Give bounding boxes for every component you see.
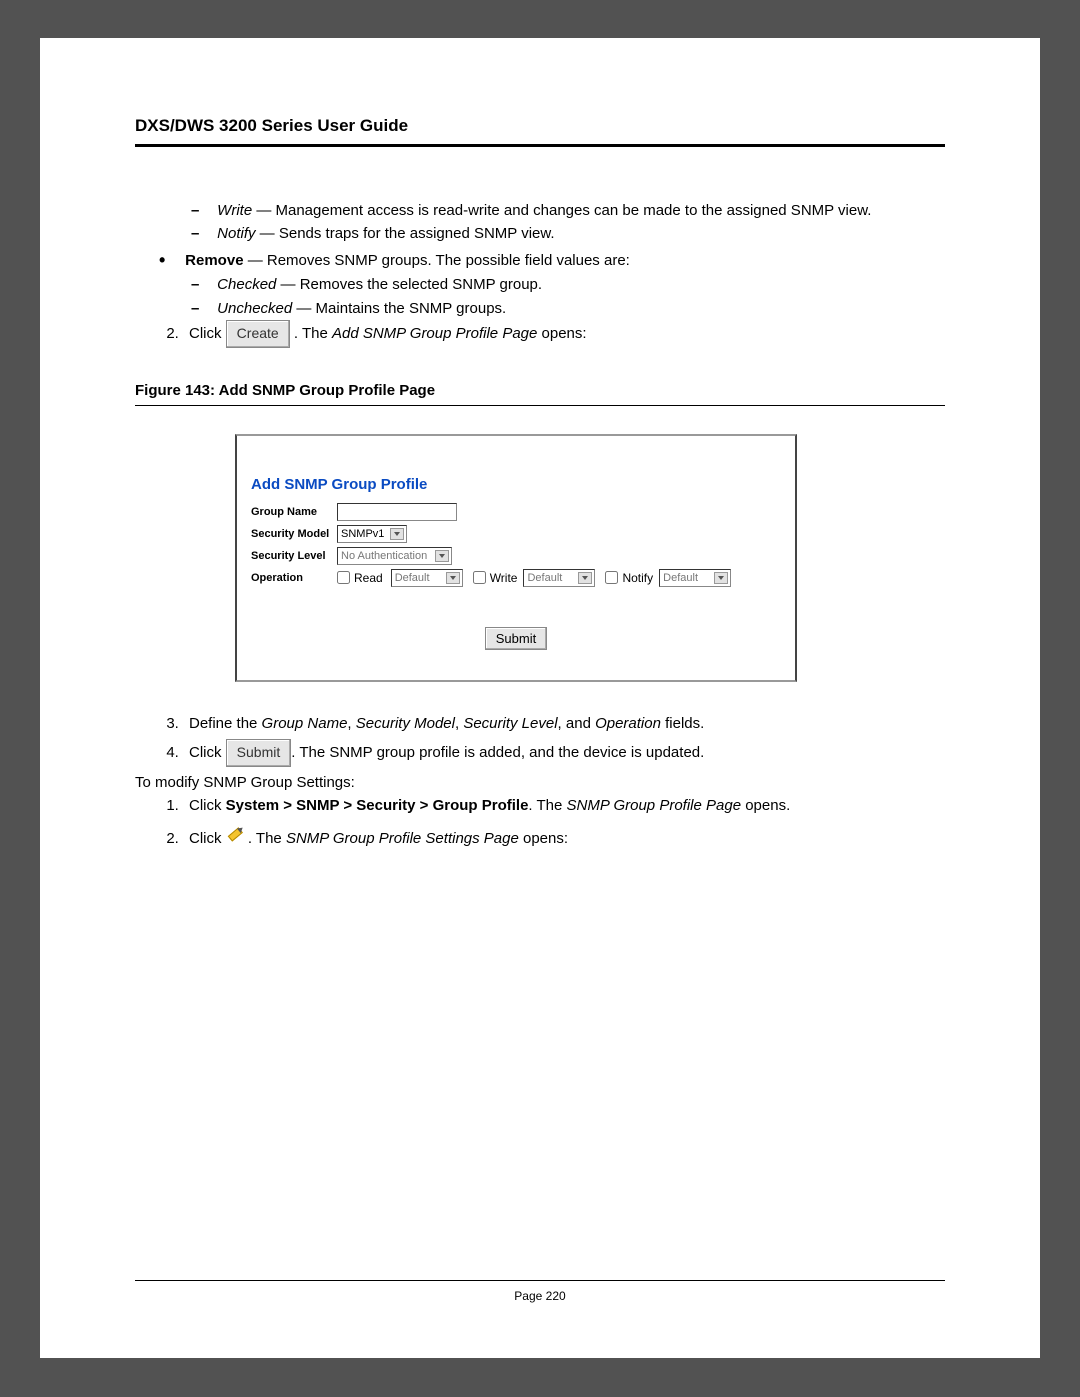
write-checkbox[interactable]	[473, 571, 486, 584]
write-view-select[interactable]: Default	[523, 569, 595, 587]
bullet-remove: Remove — Removes SNMP groups. The possib…	[135, 246, 945, 274]
step-3: Define the Group Name, Security Model, S…	[183, 712, 945, 735]
steps-list-b: Define the Group Name, Security Model, S…	[135, 712, 945, 767]
submit-button-inline[interactable]: Submit	[226, 739, 292, 767]
group-name-input[interactable]	[337, 503, 457, 521]
step-4: Click Submit. The SNMP group profile is …	[183, 739, 945, 767]
bullet-write: Write — Management access is read-write …	[135, 199, 945, 222]
step-2: Click Create . The Add SNMP Group Profil…	[183, 320, 945, 348]
read-view-select[interactable]: Default	[391, 569, 463, 587]
bullet-notify: Notify — Sends traps for the assigned SN…	[135, 222, 945, 245]
header-title: DXS/DWS 3200 Series User Guide	[135, 116, 408, 135]
steps-list-c: Click System > SNMP > Security > Group P…	[135, 794, 945, 851]
field-group-name: Group Name	[251, 503, 781, 521]
notify-checkbox[interactable]	[605, 571, 618, 584]
field-operation: Operation Read Default Write Default Not…	[251, 569, 781, 587]
document-page: DXS/DWS 3200 Series User Guide Write — M…	[40, 38, 1040, 1358]
security-model-select[interactable]: SNMPv1	[337, 525, 407, 543]
field-security-model: Security Model SNMPv1	[251, 525, 781, 543]
dialog-add-snmp-group-profile: Add SNMP Group Profile Group Name Securi…	[235, 434, 797, 682]
page-header: DXS/DWS 3200 Series User Guide	[135, 116, 945, 147]
pencil-icon[interactable]	[223, 823, 246, 845]
field-security-level: Security Level No Authentication	[251, 547, 781, 565]
security-level-select[interactable]: No Authentication	[337, 547, 452, 565]
modify-intro: To modify SNMP Group Settings:	[135, 771, 945, 794]
bullet-checked: Checked — Removes the selected SNMP grou…	[135, 273, 945, 296]
submit-button[interactable]: Submit	[485, 627, 547, 650]
notify-view-select[interactable]: Default	[659, 569, 731, 587]
mod-step-1: Click System > SNMP > Security > Group P…	[183, 794, 945, 817]
figure-caption: Figure 143: Add SNMP Group Profile Page	[135, 382, 945, 406]
page-number: Page 220	[514, 1289, 565, 1303]
mod-step-2: Click . The SNMP Group Profile Settings …	[183, 827, 945, 850]
dialog-title: Add SNMP Group Profile	[251, 476, 781, 493]
read-checkbox[interactable]	[337, 571, 350, 584]
bullet-list: Write — Management access is read-write …	[135, 199, 945, 320]
page-footer: Page 220	[135, 1280, 945, 1303]
bullet-unchecked: Unchecked — Maintains the SNMP groups.	[135, 297, 945, 320]
create-button[interactable]: Create	[226, 320, 290, 348]
steps-list-a: Click Create . The Add SNMP Group Profil…	[135, 320, 945, 348]
